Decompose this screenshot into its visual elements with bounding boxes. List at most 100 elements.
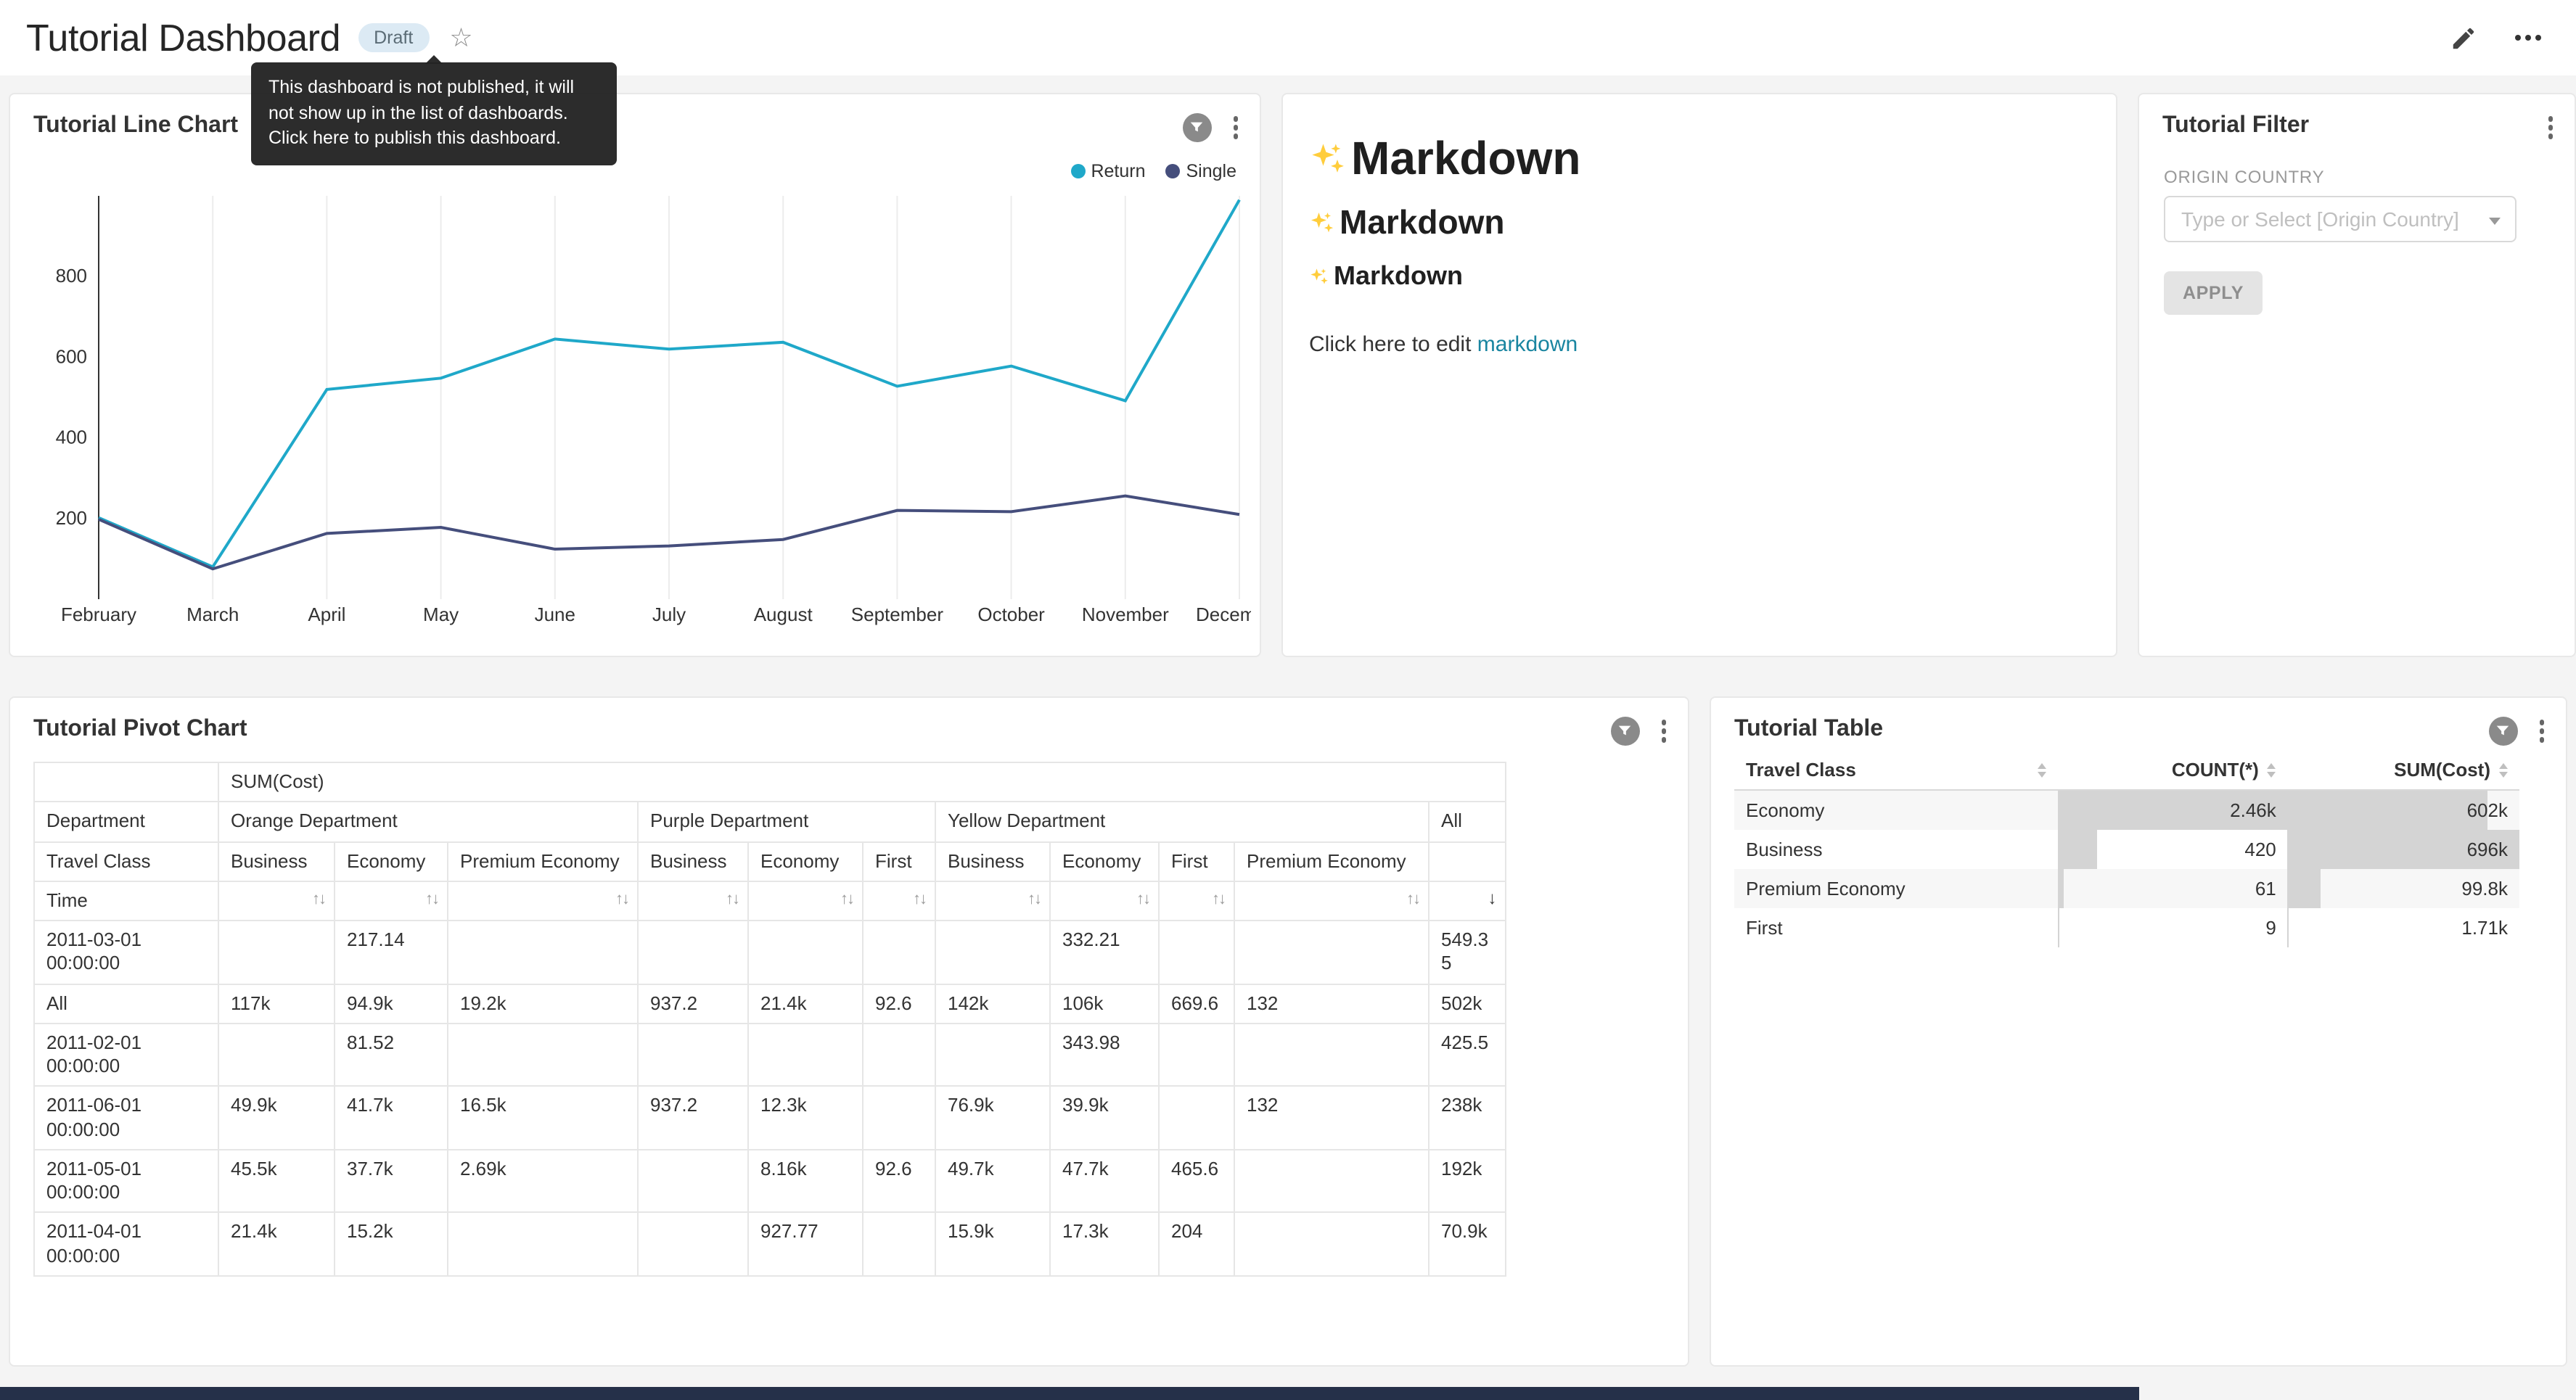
- pivot-value-cell: 8.16k: [748, 1150, 863, 1213]
- pivot-sort-row: Time↑↓↑↓↑↓↑↓↑↓↑↓↑↓↑↓↑↓↑↓↓: [34, 881, 1506, 921]
- pivot-class-header: [1429, 841, 1506, 881]
- line-chart: FebruaryMarchAprilMayJuneJulyAugustSepte…: [20, 181, 1251, 631]
- pivot-value-cell: 465.6: [1159, 1150, 1234, 1213]
- travel-class-cell: Business: [1734, 830, 2058, 869]
- pivot-sort-cell: ↑↓: [218, 881, 335, 921]
- pivot-value-cell: [1234, 921, 1429, 984]
- count-cell: 420: [2058, 830, 2288, 869]
- line-chart-card: Tutorial Line Chart ReturnSingle Februar…: [9, 93, 1261, 657]
- pivot-measure-label: SUM(Cost): [218, 762, 1506, 802]
- sort-icon[interactable]: ↑↓: [726, 891, 739, 908]
- pivot-value-cell: 132: [1234, 984, 1429, 1024]
- sort-icon[interactable]: ↑↓: [312, 891, 325, 908]
- pivot-value-cell: 49.9k: [218, 1087, 335, 1150]
- sort-icon[interactable]: ↑↓: [1406, 891, 1419, 908]
- pivot-corner-cell: [34, 762, 218, 802]
- edit-pencil-icon[interactable]: [2450, 24, 2477, 52]
- pivot-row: All117k94.9k19.2k937.221.4k92.6142k106k6…: [34, 984, 1506, 1024]
- sort-carets-icon[interactable]: [2268, 762, 2276, 777]
- pivot-value-cell: [1234, 1150, 1429, 1213]
- sort-icon[interactable]: ↑↓: [1027, 891, 1041, 908]
- column-header-count[interactable]: COUNT(*): [2058, 750, 2288, 790]
- legend-item-single[interactable]: Single: [1166, 161, 1237, 181]
- pivot-value-cell: 425.5: [1429, 1024, 1506, 1087]
- pivot-class-header: Economy: [335, 841, 448, 881]
- draft-badge[interactable]: Draft: [358, 23, 429, 52]
- pivot-row-label: 2011-04-01 00:00:00: [34, 1213, 218, 1276]
- pivot-department-row: DepartmentOrange DepartmentPurple Depart…: [34, 802, 1506, 842]
- more-menu-icon[interactable]: [2509, 29, 2547, 46]
- x-axis-label: August: [754, 604, 813, 625]
- data-table: Travel ClassCOUNT(*)SUM(Cost)Economy2.46…: [1734, 750, 2519, 947]
- pivot-value-cell: [448, 921, 638, 984]
- pivot-measure-row: SUM(Cost): [34, 762, 1506, 802]
- pivot-row: 2011-06-01 00:00:0049.9k41.7k16.5k937.21…: [34, 1087, 1506, 1150]
- chart-kebab-icon[interactable]: [1228, 112, 1242, 143]
- sort-icon[interactable]: ↑↓: [913, 891, 926, 908]
- count-cell: 9: [2058, 908, 2288, 947]
- x-axis-label: September: [851, 604, 944, 625]
- pivot-value-cell: 39.9k: [1050, 1087, 1159, 1150]
- x-axis-label: December: [1196, 604, 1251, 625]
- pivot-sort-cell: ↑↓: [638, 881, 748, 921]
- sort-icon[interactable]: ↑↓: [1212, 891, 1225, 908]
- x-axis-label: July: [652, 604, 686, 625]
- pivot-department-label: Department: [34, 802, 218, 842]
- pivot-value-cell: [863, 1213, 935, 1276]
- x-axis-label: October: [977, 604, 1045, 625]
- pivot-value-cell: 217.14: [335, 921, 448, 984]
- pivot-class-header: Premium Economy: [1234, 841, 1429, 881]
- pivot-value-cell: 12.3k: [748, 1087, 863, 1150]
- sort-carets-icon[interactable]: [2038, 762, 2046, 777]
- pivot-row-label: 2011-02-01 00:00:00: [34, 1024, 218, 1087]
- pivot-row-label: All: [34, 984, 218, 1024]
- travel-class-cell: Premium Economy: [1734, 869, 2058, 908]
- cell-bar: [2288, 869, 2321, 908]
- sum-cell: 1.71k: [2288, 908, 2519, 947]
- pivot-sort-cell: ↓: [1429, 881, 1506, 921]
- pivot-kebab-icon[interactable]: [1657, 715, 1670, 746]
- pivot-value-cell: [218, 921, 335, 984]
- pivot-travel-class-label: Travel Class: [34, 841, 218, 881]
- filter-scope-icon[interactable]: [2488, 717, 2517, 746]
- markdown-edit-link[interactable]: markdown: [1477, 332, 1578, 357]
- pivot-sort-cell: ↑↓: [335, 881, 448, 921]
- column-header-sum-cost[interactable]: SUM(Cost): [2288, 750, 2519, 790]
- bottom-clipped-element: [0, 1387, 2139, 1400]
- sort-icon[interactable]: ↑↓: [1136, 891, 1149, 908]
- pivot-value-cell: [935, 921, 1050, 984]
- pivot-value-cell: 17.3k: [1050, 1213, 1159, 1276]
- sort-icon[interactable]: ↑↓: [840, 891, 853, 908]
- pivot-chart-card: Tutorial Pivot Chart SUM(Cost)Department…: [9, 696, 1689, 1367]
- pivot-value-cell: 238k: [1429, 1087, 1506, 1150]
- pivot-value-cell: 49.7k: [935, 1150, 1050, 1213]
- sort-carets-icon[interactable]: [2499, 762, 2508, 777]
- origin-country-select[interactable]: Type or Select [Origin Country]: [2164, 196, 2516, 242]
- favorite-star-icon[interactable]: ☆: [449, 25, 472, 51]
- filter-scope-icon[interactable]: [1182, 113, 1211, 142]
- chevron-down-icon: [2489, 218, 2501, 225]
- pivot-value-cell: [935, 1024, 1050, 1087]
- sort-desc-icon[interactable]: ↓: [1488, 888, 1496, 908]
- pivot-value-cell: 106k: [1050, 984, 1159, 1024]
- pivot-value-cell: 937.2: [638, 1087, 748, 1150]
- table-kebab-icon[interactable]: [2535, 715, 2548, 746]
- filter-scope-icon[interactable]: [1610, 717, 1639, 746]
- dashboard-page: Tutorial Dashboard Draft ☆ This dashboar…: [0, 0, 2576, 1400]
- sort-icon[interactable]: ↑↓: [615, 891, 628, 908]
- x-axis-label: November: [1082, 604, 1169, 625]
- pivot-table: SUM(Cost)DepartmentOrange DepartmentPurp…: [33, 762, 1506, 1277]
- sort-icon[interactable]: ↑↓: [425, 891, 438, 908]
- count-cell: 61: [2058, 869, 2288, 908]
- markdown-heading-1: Markdown: [1309, 132, 2087, 186]
- select-placeholder: Type or Select [Origin Country]: [2181, 207, 2459, 231]
- pivot-sort-cell: ↑↓: [1050, 881, 1159, 921]
- legend-item-return[interactable]: Return: [1070, 161, 1145, 181]
- filter-kebab-icon[interactable]: [2543, 112, 2557, 143]
- pivot-value-cell: [638, 1024, 748, 1087]
- column-header-travel-class[interactable]: Travel Class: [1734, 750, 2058, 790]
- pivot-value-cell: 92.6: [863, 984, 935, 1024]
- sum-cell: 602k: [2288, 790, 2519, 830]
- pivot-value-cell: [218, 1024, 335, 1087]
- apply-button[interactable]: APPLY: [2164, 271, 2263, 315]
